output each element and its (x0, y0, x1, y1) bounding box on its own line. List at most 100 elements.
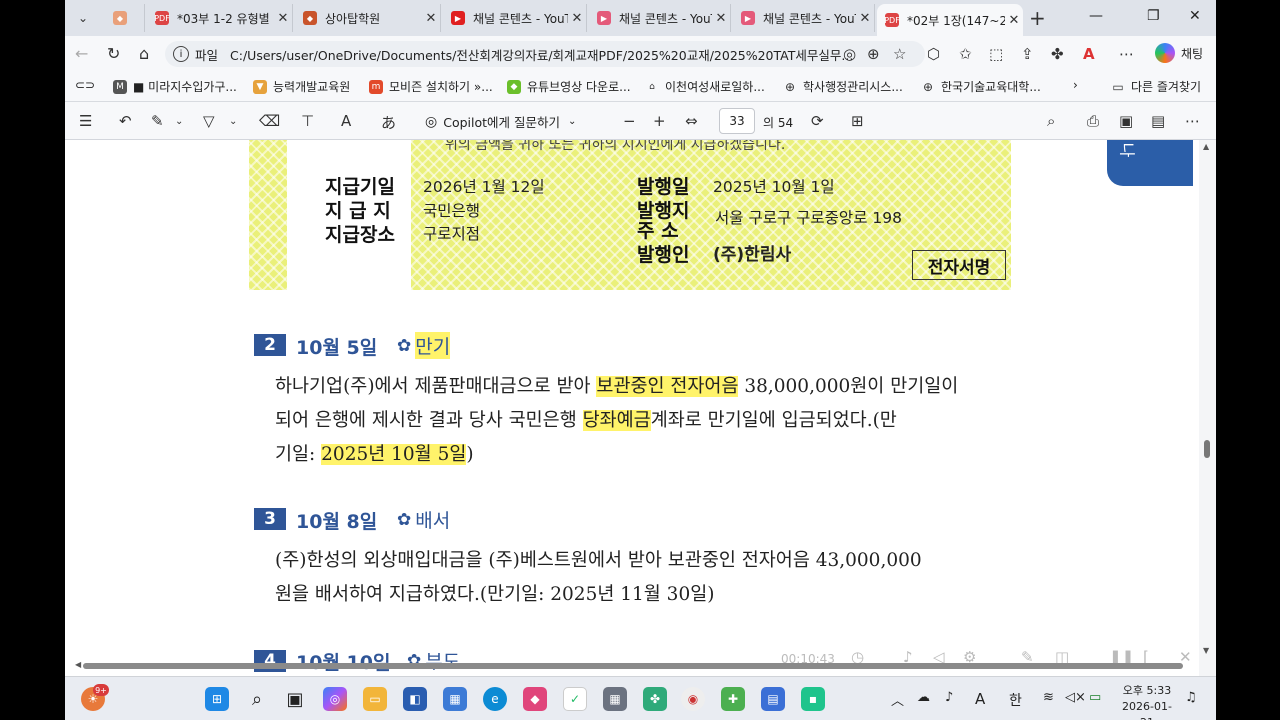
back-button[interactable]: ← (75, 44, 88, 63)
chevron-up-icon[interactable]: ︿ (891, 690, 904, 709)
bookmark-4[interactable]: ⌂ 이천여성새로일하... (645, 78, 765, 95)
bookmark-3[interactable]: ◆ 유튜브영상 다운로... (507, 78, 631, 95)
text-box-icon[interactable]: ⊤ (301, 112, 314, 130)
bookmark-5[interactable]: ⊕ 학사행정관리시스... (783, 78, 903, 95)
contents-list-icon[interactable]: ☰ (79, 112, 92, 130)
tab-actions-menu[interactable]: ⌄ (71, 6, 95, 30)
highlight-icon[interactable]: ✎ (151, 112, 164, 130)
chrome-browser-icon[interactable]: ◉ (681, 687, 705, 711)
wifi-icon[interactable]: ≋ (1043, 690, 1054, 705)
app-icon[interactable]: ▪ (801, 687, 825, 711)
store-icon[interactable]: ◧ (403, 687, 427, 711)
windows-start-icon[interactable]: ⊞ (205, 687, 229, 711)
bookmark-6[interactable]: ⊕ 한국기술교육대학... (921, 78, 1041, 95)
volume-muted-icon[interactable]: ◁× (1065, 690, 1086, 705)
close-icon[interactable]: ✕ (422, 11, 440, 26)
scroll-left-icon[interactable]: ◀ (75, 660, 81, 669)
screenshot-icon[interactable]: ⬚ (989, 45, 1003, 63)
favorite-star-icon[interactable]: ☆ (893, 45, 906, 63)
battery-icon[interactable]: ▭ (1089, 690, 1101, 705)
microphone-icon[interactable]: ♪ (945, 690, 953, 705)
ime-indicator[interactable]: 한 (1009, 690, 1022, 710)
app-icon[interactable]: ✚ (721, 687, 745, 711)
close-icon[interactable]: ✕ (1005, 13, 1023, 28)
rotate-icon[interactable]: ⟳ (811, 112, 824, 130)
eraser-icon[interactable]: ⌫ (259, 112, 280, 130)
draw-icon[interactable]: ▽ (203, 112, 215, 130)
app-icon[interactable]: ◆ (523, 687, 547, 711)
notepad-icon[interactable]: ▤ (761, 687, 785, 711)
close-window-button[interactable]: ✕ (1189, 8, 1201, 24)
close-icon[interactable]: ✕ (274, 11, 292, 26)
print-icon[interactable]: ⎙ (1087, 112, 1099, 130)
bookmark-0[interactable]: M ■ 미라지수입가구... (113, 78, 237, 95)
cloud-icon[interactable]: ☁ (917, 690, 930, 705)
pdf-viewer[interactable]: 위의 금액을 귀하 또는 귀하의 지시인에게 지급하겠습니다. 지급기일 202… (65, 140, 1216, 676)
tab-4[interactable]: ▶ 채널 콘텐츠 - YouTu ✕ (589, 4, 731, 32)
file-explorer-icon[interactable]: ▭ (363, 687, 387, 711)
restore-button[interactable]: ❐ (1147, 8, 1160, 24)
tab-0[interactable]: ◆ (105, 4, 145, 32)
chevron-down-icon[interactable]: ⌄ (229, 116, 237, 127)
zoom-out-button[interactable]: − (623, 112, 636, 130)
undo-icon[interactable]: ↶ (119, 112, 132, 130)
horizontal-scrollbar[interactable]: ◀ (75, 660, 1195, 670)
copilot-app-icon[interactable]: ◎ (323, 687, 347, 711)
read-aloud-icon[interactable]: A (341, 112, 351, 130)
url-text[interactable]: C:/Users/user/OneDrive/Documents/전산회계강의자… (230, 45, 853, 64)
page-view-icon[interactable]: ⊞ (851, 112, 864, 130)
zoom-in-button[interactable]: + (653, 112, 666, 130)
scrollbar-thumb[interactable] (83, 663, 1183, 669)
app-icon[interactable]: ✤ (643, 687, 667, 711)
tab-2[interactable]: ◆ 상아탑학원 ✕ (295, 4, 441, 32)
bookmark-1[interactable]: ▼ 능력개발교육원 (253, 78, 350, 95)
translate-icon[interactable]: あ (381, 112, 396, 133)
scrollbar-thumb[interactable] (1204, 440, 1210, 458)
address-bar[interactable]: i 파일 C:/Users/user/OneDrive/Documents/전산… (165, 41, 925, 67)
clock[interactable]: 오후 5:33 2026-01-21 (1117, 683, 1177, 720)
extensions-icon[interactable]: ⬡ (927, 45, 940, 63)
more-options-icon[interactable]: ⋯ (1185, 112, 1200, 130)
chevron-right-icon[interactable]: › (1073, 78, 1078, 92)
copilot-chat-button[interactable]: 채팅 (1155, 43, 1203, 63)
bookmark-apps-icon[interactable]: ⊂⊃ (75, 78, 95, 92)
extension-puzzle-icon[interactable]: ✤ (1051, 45, 1064, 63)
input-language[interactable]: A (975, 690, 985, 708)
bookmark-2[interactable]: m 모비즌 설치하기 »... (369, 78, 493, 95)
more-menu-icon[interactable]: ⋯ (1119, 45, 1134, 63)
search-icon[interactable]: ⌕ (245, 687, 269, 711)
page-number-input[interactable]: 33 (719, 108, 755, 134)
scroll-up-icon[interactable]: ▲ (1203, 142, 1209, 151)
refresh-button[interactable]: ↻ (107, 44, 120, 63)
app-icon[interactable]: ▦ (443, 687, 467, 711)
tab-5[interactable]: ▶ 채널 콘텐츠 - YouTu ✕ (733, 4, 875, 32)
favorites-icon[interactable]: ✩ (959, 45, 972, 63)
fit-page-icon[interactable]: ⇔ (685, 112, 698, 130)
share-icon[interactable]: ⇪ (1021, 45, 1034, 63)
search-icon[interactable]: ⌕ (1047, 112, 1055, 130)
notification-bell-icon[interactable]: ♫ (1185, 690, 1197, 705)
minimize-button[interactable]: — (1089, 8, 1103, 24)
new-tab-button[interactable]: + (1029, 6, 1046, 30)
app-icon[interactable]: ✓ (563, 687, 587, 711)
vertical-scrollbar[interactable]: ▲ ▼ (1199, 140, 1216, 676)
scroll-down-icon[interactable]: ▼ (1203, 646, 1209, 655)
bookmark-other-folder[interactable]: ▭ 다른 즐겨찾기 (1111, 78, 1201, 95)
chevron-down-icon[interactable]: ⌄ (175, 116, 183, 127)
close-icon[interactable]: ✕ (568, 11, 586, 26)
home-button[interactable]: ⌂ (139, 44, 149, 63)
zoom-icon[interactable]: ⊕ (867, 45, 880, 63)
info-icon[interactable]: i (173, 46, 189, 62)
immersive-reader-icon[interactable]: ◎ (843, 45, 856, 63)
ai-extension-icon[interactable]: A (1083, 45, 1095, 63)
save-as-icon[interactable]: ▤ (1151, 112, 1165, 130)
close-icon[interactable]: ✕ (712, 11, 730, 26)
save-icon[interactable]: ▣ (1119, 112, 1133, 130)
tab-1[interactable]: PDF *03부 1-2 유형별 문 ✕ (147, 4, 293, 32)
edge-browser-icon[interactable]: e (483, 687, 507, 711)
tab-3[interactable]: ▶ 채널 콘텐츠 - YouTu ✕ (443, 4, 587, 32)
close-icon[interactable]: ✕ (856, 11, 874, 26)
calculator-icon[interactable]: ▦ (603, 687, 627, 711)
task-view-icon[interactable]: ▣ (283, 687, 307, 711)
copilot-ask-button[interactable]: ◎ Copilot에게 질문하기 ⌄ (425, 112, 576, 131)
